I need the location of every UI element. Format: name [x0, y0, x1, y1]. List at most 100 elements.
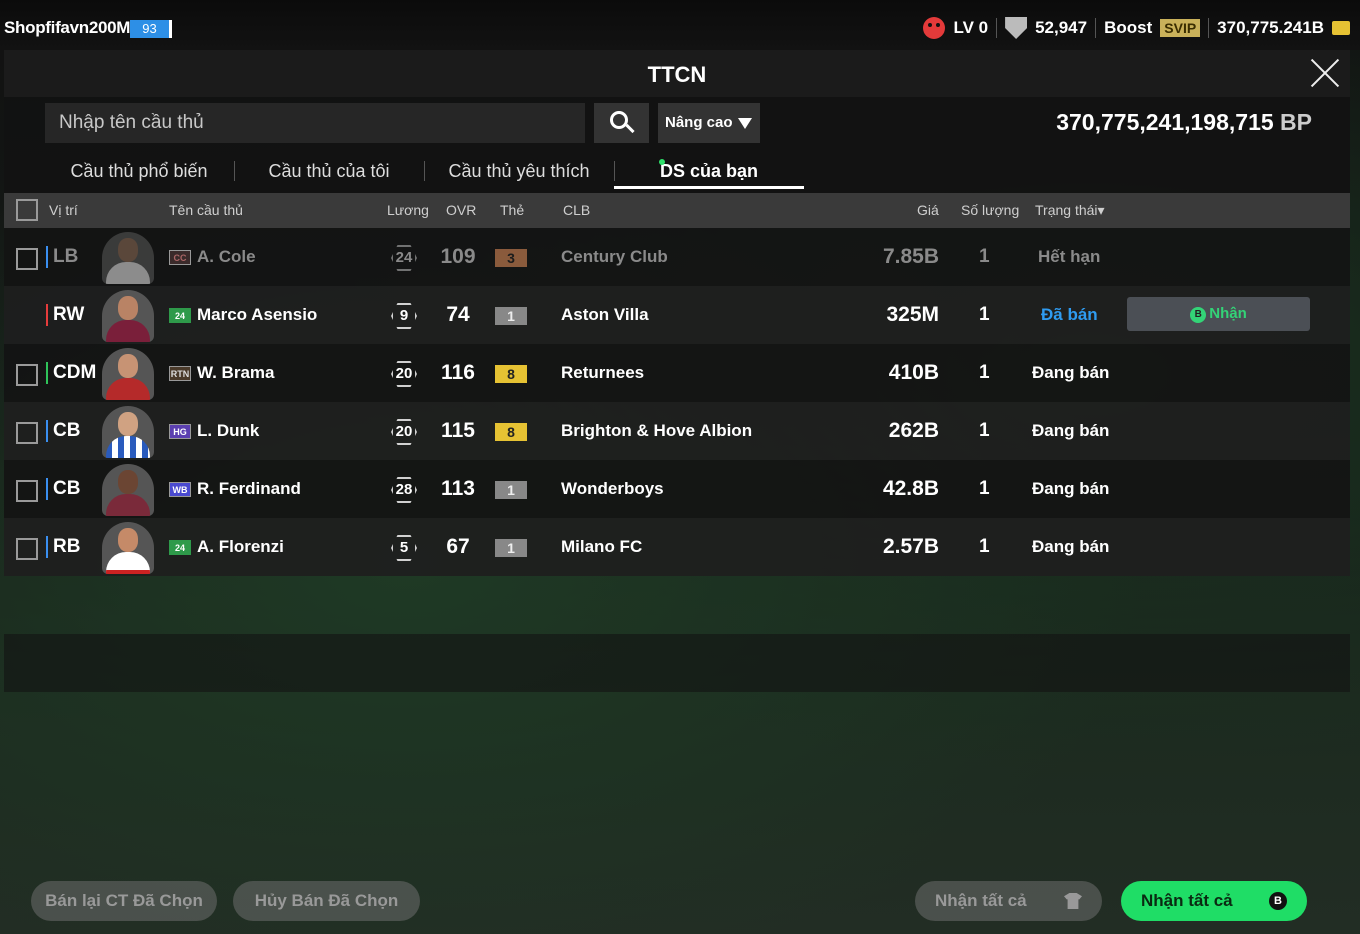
row-checkbox[interactable] [16, 364, 38, 386]
advanced-filter-label: Nâng cao [665, 114, 733, 131]
player-name: A. Florenzi [197, 537, 284, 556]
tab-popular-players[interactable]: Cầu thủ phổ biến [44, 153, 234, 189]
table-row[interactable]: LB CC A. Cole 24 109 3 Century Club 7.85… [4, 228, 1350, 286]
divider [1208, 18, 1210, 38]
header-position[interactable]: Vị trí [49, 202, 78, 218]
season-badge: HG [169, 424, 191, 439]
position-label: LB [46, 246, 78, 268]
price-value: 2.57B [882, 535, 939, 558]
wage-badge: 24 [391, 245, 417, 271]
position-label: CB [46, 420, 80, 442]
position-label: CDM [46, 362, 96, 384]
boost-label[interactable]: Boost [1104, 18, 1152, 38]
select-all-checkbox[interactable] [16, 199, 38, 221]
table-header: Vị trí Tên cầu thủ Lương OVR Thẻ CLB Giá… [4, 193, 1350, 228]
b-coin-icon: B [1269, 892, 1287, 910]
currency-bar: LV 0 52,947 Boost SVIP 370,775.241B [923, 16, 1350, 40]
table-row[interactable]: CB HG L. Dunk 20 115 8 Brighton & Hove A… [4, 402, 1350, 460]
club-name: Returnees [561, 363, 645, 382]
table-row[interactable]: CB WB R. Ferdinand 28 113 1 Wonderboys 4… [4, 460, 1350, 518]
ovr-value: 67 [446, 535, 470, 558]
table-row[interactable]: RB 24 A. Florenzi 5 67 1 Milano FC 2.57B… [4, 518, 1350, 576]
claim-button-label: Nhận [1209, 305, 1247, 322]
table-row[interactable]: RW 24 Marco Asensio 9 74 1 Aston Villa 3… [4, 286, 1350, 344]
bp-unit: BP [1280, 109, 1312, 135]
season-badge: WB [169, 482, 191, 497]
tab-my-listings[interactable]: DS của bạn [614, 153, 804, 189]
claim-all-items-button[interactable]: Nhận tất cả [915, 881, 1102, 921]
club-name: Century Club [561, 247, 668, 266]
season-badge: 24 [169, 540, 191, 555]
player-name: L. Dunk [197, 421, 260, 440]
wage-badge: 20 [391, 419, 417, 445]
header-name[interactable]: Tên cầu thủ [169, 202, 243, 218]
wage-badge: 28 [391, 477, 417, 503]
quantity-value: 1 [979, 478, 990, 499]
player-avatar [102, 290, 154, 342]
row-checkbox[interactable] [16, 422, 38, 444]
season-badge: 24 [169, 308, 191, 323]
ovr-value: 113 [441, 477, 475, 500]
header-club[interactable]: CLB [563, 202, 590, 218]
wage-badge: 20 [391, 361, 417, 387]
grade-badge: 8 [495, 423, 527, 441]
status-label: Đang bán [1032, 363, 1110, 382]
player-name: Marco Asensio [197, 305, 318, 324]
status-label: Đang bán [1032, 421, 1110, 440]
window-title: TTCN [647, 62, 707, 87]
ovr-value: 116 [441, 361, 475, 384]
header-wage[interactable]: Lương [387, 202, 429, 218]
tab-my-listings-label: DS của bạn [659, 161, 759, 181]
claim-all-bp-button[interactable]: Nhận tất cả B [1121, 881, 1307, 921]
title-bar: TTCN [4, 50, 1350, 97]
status-label: Đang bán [1032, 479, 1110, 498]
advanced-filter-dropdown[interactable]: Nâng cao [658, 103, 760, 143]
empty-row [4, 576, 1350, 634]
lv-label: LV 0 [953, 18, 989, 37]
grade-badge: 1 [495, 481, 527, 499]
table-row[interactable]: CDM RTN W. Brama 20 116 8 Returnees 410B… [4, 344, 1350, 402]
position-label: RB [46, 536, 80, 558]
coins-value: 370,775.241B [1217, 18, 1324, 37]
cancel-selected-button[interactable]: Hủy Bán Đã Chọn [233, 881, 420, 921]
row-checkbox[interactable] [16, 538, 38, 560]
grade-badge: 3 [495, 249, 527, 267]
username: Shopfifavn200M [4, 18, 131, 37]
club-name: Milano FC [561, 537, 643, 556]
transfer-market-window: TTCN Nâng cao 370,775,241,198,715 BP Cầu… [4, 50, 1350, 934]
club-name: Aston Villa [561, 305, 649, 324]
claim-all-items-label: Nhận tất cả [935, 891, 1027, 910]
row-checkbox[interactable] [16, 480, 38, 502]
position-label: CB [46, 478, 80, 500]
player-name: R. Ferdinand [197, 479, 301, 498]
claim-button[interactable]: B Nhận [1127, 297, 1310, 331]
grade-badge: 1 [495, 539, 527, 557]
quantity-value: 1 [979, 246, 990, 267]
player-name: A. Cole [197, 247, 256, 266]
quantity-value: 1 [979, 536, 990, 557]
tab-favorite-players[interactable]: Cầu thủ yêu thích [424, 153, 614, 189]
search-button[interactable] [594, 103, 649, 143]
header-grade[interactable]: Thẻ [500, 202, 524, 218]
search-input[interactable] [45, 103, 585, 143]
header-ovr[interactable]: OVR [446, 202, 476, 218]
b-coin-icon: B [1190, 307, 1207, 323]
position-label: RW [46, 304, 84, 326]
close-icon[interactable] [1310, 58, 1340, 88]
tab-my-players[interactable]: Cầu thủ của tôi [234, 153, 424, 189]
header-status[interactable]: Trạng thái▾ [1035, 202, 1105, 219]
player-name: W. Brama [197, 363, 275, 382]
coin-stack-icon [1332, 21, 1350, 35]
quantity-value: 1 [979, 304, 990, 325]
price-value: 410B [888, 361, 939, 384]
header-price[interactable]: Giá [917, 202, 939, 218]
bp-value: 370,775,241,198,715 [1056, 109, 1274, 135]
empty-row [4, 634, 1350, 692]
points-value: 52,947 [1035, 18, 1088, 37]
resell-selected-button[interactable]: Bán lại CT Đã Chọn [31, 881, 217, 921]
shield-icon [1005, 17, 1028, 39]
row-checkbox[interactable] [16, 248, 38, 270]
header-quantity[interactable]: Số lượng [961, 202, 1019, 218]
status-label: Đã bán [1041, 305, 1098, 324]
divider [996, 18, 998, 38]
